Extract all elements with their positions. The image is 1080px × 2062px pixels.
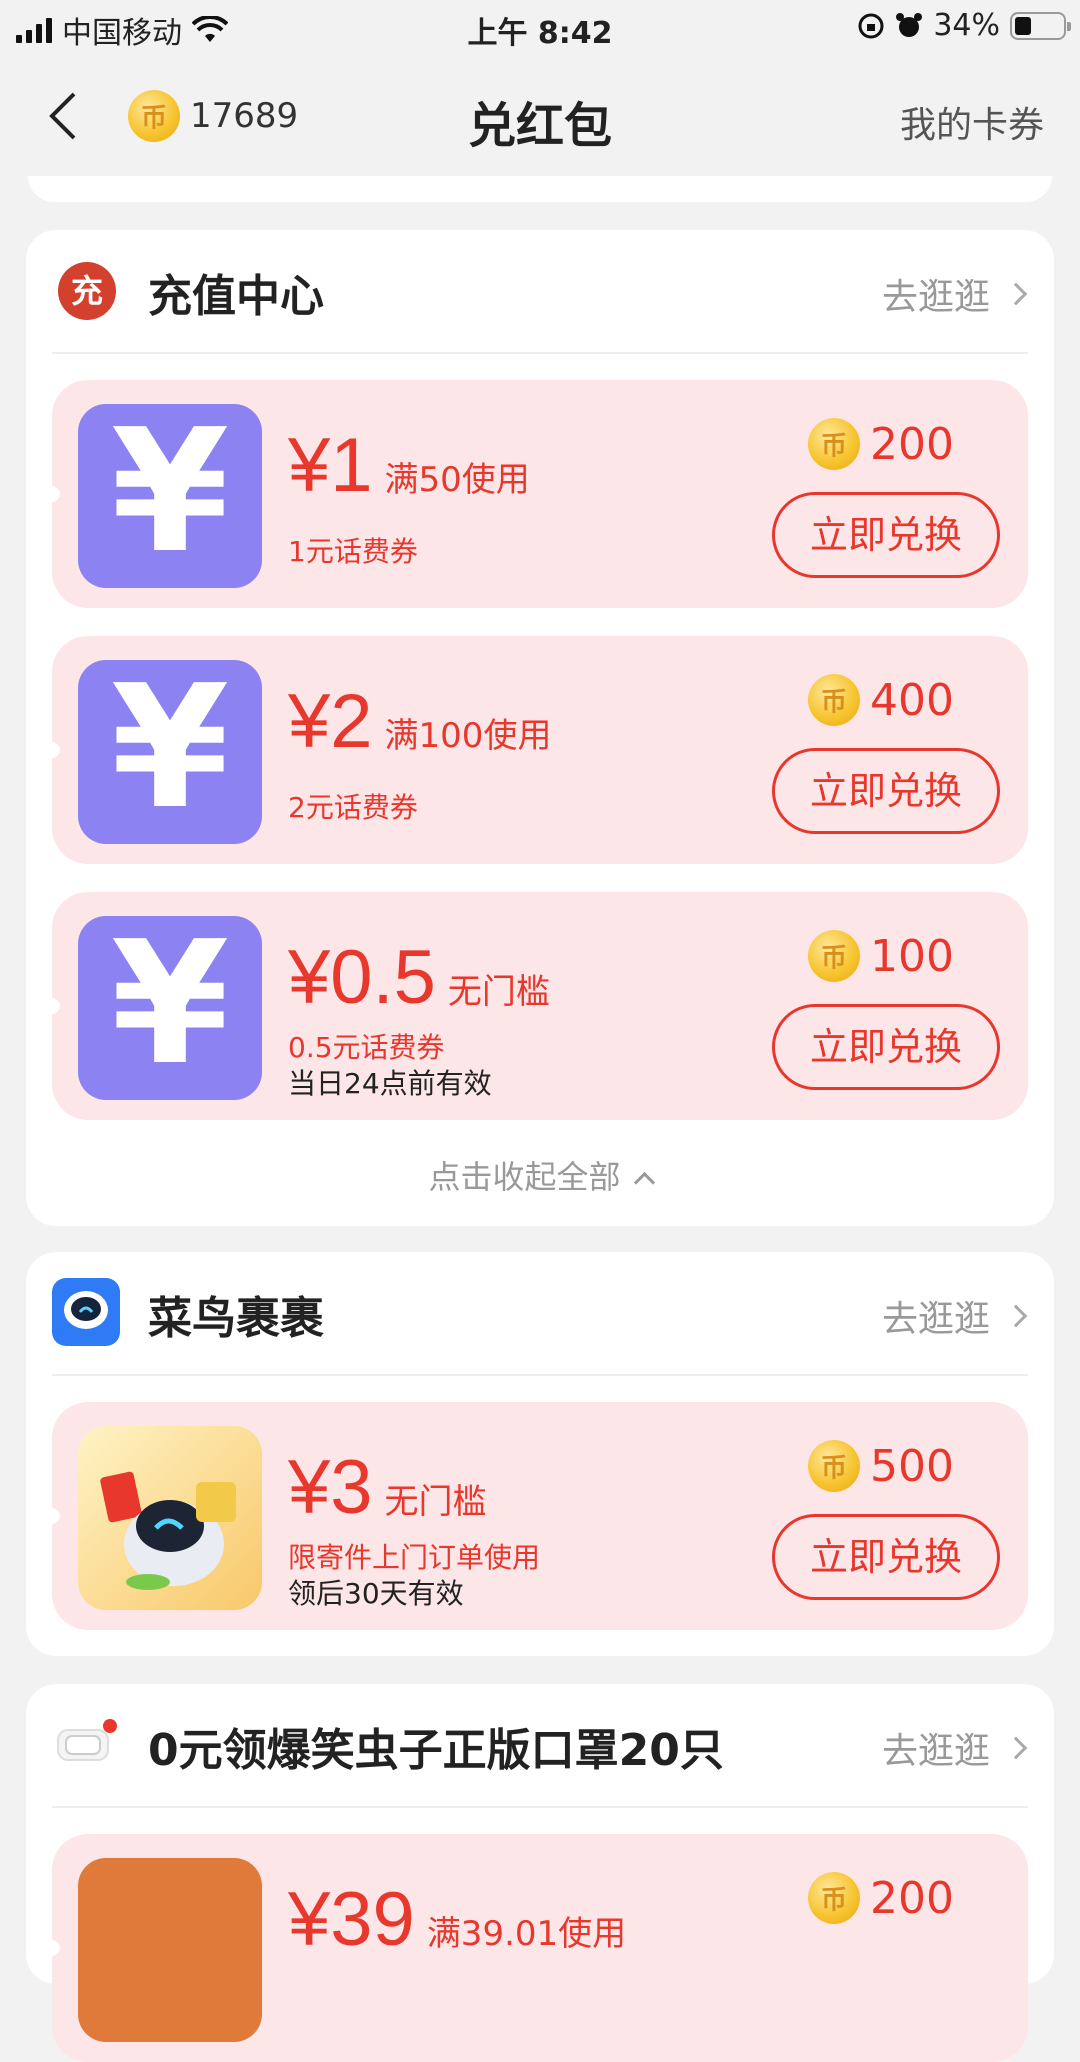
go-browse-link[interactable]: 去逛逛 <box>881 1722 1028 1774</box>
go-browse-label: 去逛逛 <box>881 277 990 318</box>
coupon-condition: 无门槛 <box>384 1482 487 1522</box>
mask-promo-section: 0元领爆笑虫子正版口罩20只 去逛逛 ¥39满39.01使用 200 <box>26 1684 1054 2062</box>
section-header: 0元领爆笑虫子正版口罩20只 去逛逛 <box>26 1684 1054 1806</box>
section-header: 菜鸟裹裹 去逛逛 <box>26 1252 1054 1374</box>
coupon-card: ¥39满39.01使用 200 <box>44 1834 1028 2062</box>
coupon-validity: 当日24点前有效 <box>288 1067 492 1100</box>
cost-value: 100 <box>870 930 954 982</box>
coin-icon <box>808 1872 861 1924</box>
coupon-cost: 200 <box>808 418 954 470</box>
chevron-up-icon <box>633 1171 655 1194</box>
status-bar: 中国移动 上午 8:42 34% <box>0 0 1080 56</box>
cost-value: 500 <box>870 1440 954 1492</box>
recharge-icon-text: 充 <box>71 272 103 310</box>
coupon-price: ¥3 无门槛 <box>288 1444 487 1531</box>
coupon-card: ¥2 满100使用 2元话费券 400 立即兑换 <box>44 636 1028 864</box>
nav-bar: 17689 兑红包 我的卡券 <box>0 56 1080 176</box>
battery-icon <box>1010 11 1071 40</box>
cainiao-section: 菜鸟裹裹 去逛逛 ¥3 无门槛 限寄件上门订单使用 领后30天有效 500 立即兑… <box>26 1252 1054 1656</box>
section-header: 充 充值中心 去逛逛 <box>26 230 1054 352</box>
coupon-amount: ¥1 <box>288 423 373 508</box>
mascot-illustration <box>100 1471 236 1590</box>
section-title: 充值中心 <box>148 271 324 322</box>
coupon-condition: 满39.01使用 <box>426 1914 627 1954</box>
coin-icon <box>808 418 861 470</box>
status-right: 34% <box>857 8 1071 43</box>
coupon-card: ¥1 满50使用 1元话费券 200 立即兑换 <box>44 380 1028 608</box>
mask-product-image <box>78 1858 262 2042</box>
yen-icon <box>78 404 262 588</box>
coupon-cost: 200 <box>808 1872 954 1924</box>
divider <box>52 352 1028 354</box>
coupon-validity: 领后30天有效 <box>288 1577 464 1610</box>
coupon-cost: 100 <box>808 930 954 982</box>
redeem-button[interactable]: 立即兑换 <box>772 492 1000 578</box>
divider <box>52 1806 1028 1808</box>
alarm-icon <box>896 12 923 37</box>
coupon-amount: ¥0.5 <box>288 935 436 1020</box>
coupon-condition: 无门槛 <box>447 972 550 1012</box>
chevron-right-icon <box>1004 282 1028 306</box>
mask-product-icon <box>57 1719 117 1761</box>
redeem-button[interactable]: 立即兑换 <box>772 748 1000 834</box>
coupon-card: ¥0.5 无门槛 0.5元话费券 当日24点前有效 100 立即兑换 <box>44 892 1028 1120</box>
coupon-price: ¥1 满50使用 <box>288 422 530 509</box>
my-cards-link[interactable]: 我的卡券 <box>900 96 1044 148</box>
collapse-all-button[interactable]: 点击收起全部 <box>26 1152 1054 1198</box>
coupon-condition: 满100使用 <box>384 716 552 756</box>
coupon-cost: 400 <box>808 674 954 726</box>
coupon-desc: 限寄件上门订单使用 <box>288 1541 541 1574</box>
coupon-desc: 1元话费券 <box>288 535 418 568</box>
coin-icon <box>808 1440 861 1492</box>
battery-percent: 34% <box>933 8 1000 43</box>
chevron-right-icon <box>1004 1304 1028 1328</box>
collapse-label: 点击收起全部 <box>428 1158 621 1196</box>
coin-icon <box>808 930 861 982</box>
redeem-button[interactable]: 立即兑换 <box>772 1514 1000 1600</box>
go-browse-label: 去逛逛 <box>881 1731 990 1772</box>
coupon-desc: 0.5元话费券 <box>288 1031 445 1064</box>
redeem-button[interactable]: 立即兑换 <box>772 1004 1000 1090</box>
divider <box>52 1374 1028 1376</box>
coupon-price: ¥2 满100使用 <box>288 678 551 765</box>
coin-icon <box>808 674 861 726</box>
coupon-card: ¥3 无门槛 限寄件上门订单使用 领后30天有效 500 立即兑换 <box>44 1402 1028 1630</box>
previous-section-edge <box>28 176 1052 202</box>
cost-value: 200 <box>870 418 954 470</box>
cost-value: 400 <box>870 674 954 726</box>
rotation-lock-icon <box>858 13 884 38</box>
chevron-right-icon <box>1004 1736 1028 1760</box>
section-title: 菜鸟裹裹 <box>148 1293 324 1344</box>
coupon-cost: 500 <box>808 1440 954 1492</box>
recharge-icon: 充 <box>58 262 116 320</box>
yen-icon <box>78 660 262 844</box>
coupon-price: ¥0.5 无门槛 <box>288 934 550 1021</box>
coupon-desc: 2元话费券 <box>288 791 418 824</box>
coupon-condition: 满50使用 <box>384 460 530 500</box>
go-browse-label: 去逛逛 <box>881 1299 990 1340</box>
coupon-amount: ¥3 <box>288 1445 373 1530</box>
go-browse-link[interactable]: 去逛逛 <box>881 268 1028 320</box>
coupon-amount: ¥2 <box>288 679 373 764</box>
cainiao-logo-icon <box>52 1278 120 1346</box>
cost-value: 200 <box>870 1872 954 1924</box>
recharge-center-section: 充 充值中心 去逛逛 ¥1 满50使用 1元话费券 200 立即兑换 ¥2 满100… <box>26 230 1054 1226</box>
section-title: 0元领爆笑虫子正版口罩20只 <box>148 1725 724 1776</box>
yen-icon <box>78 916 262 1100</box>
go-browse-link[interactable]: 去逛逛 <box>881 1290 1028 1342</box>
cainiao-mascot-image <box>78 1426 262 1610</box>
